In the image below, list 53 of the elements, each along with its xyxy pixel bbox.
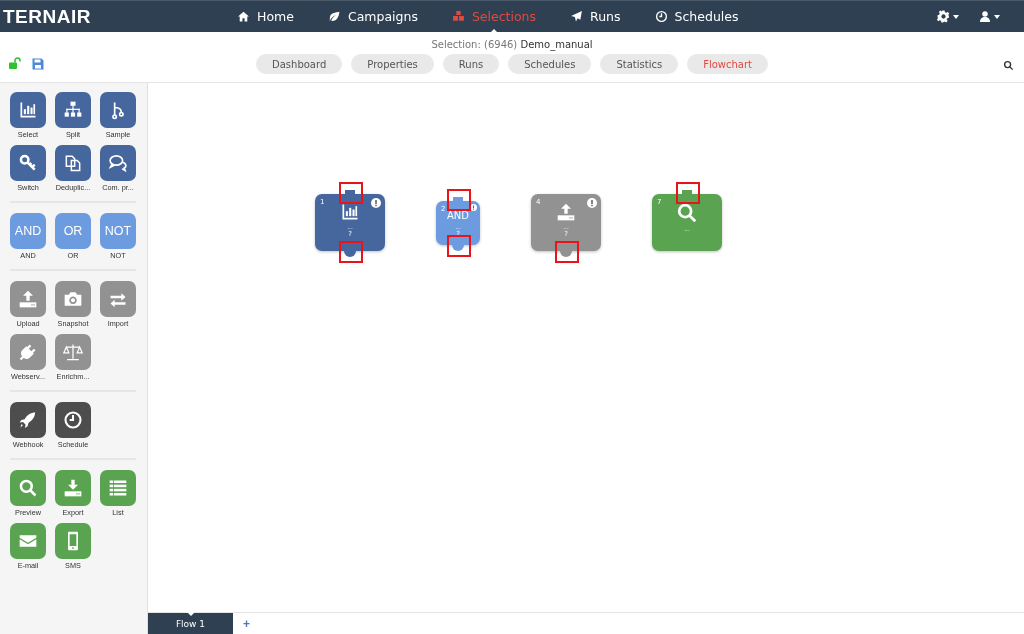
search-icon <box>1003 60 1014 71</box>
nav-link[interactable]: Runs <box>556 1 635 32</box>
tab[interactable]: Schedules <box>508 54 592 74</box>
nav-link[interactable]: Schedules <box>640 1 753 32</box>
node-label: AND <box>447 210 469 222</box>
key-icon <box>18 153 38 173</box>
save-icon <box>32 57 44 70</box>
plane-icon <box>570 10 584 23</box>
input-port[interactable] <box>453 197 463 205</box>
tab[interactable]: Dashboard <box>256 54 343 74</box>
nav-link[interactable]: Home <box>223 1 308 32</box>
list-icon <box>108 478 128 498</box>
tab[interactable]: Statistics <box>600 54 679 74</box>
upload-icon <box>18 289 38 309</box>
scale-icon <box>63 342 83 362</box>
input-port[interactable] <box>345 190 355 198</box>
tab[interactable]: Runs <box>442 54 500 74</box>
search-icon <box>18 478 38 498</box>
plug-icon <box>18 342 38 362</box>
hierarchy-icon <box>63 100 83 120</box>
selection-title: Selection: (6946) Demo_manual <box>431 39 593 50</box>
flow-tab[interactable]: Flow 1 <box>148 613 233 634</box>
output-port[interactable] <box>560 251 572 257</box>
clock-icon <box>654 10 668 23</box>
tile-text: NOT <box>104 224 132 238</box>
clock-icon <box>63 410 83 430</box>
settings-menu[interactable] <box>935 8 961 25</box>
output-port[interactable] <box>344 251 356 257</box>
tile-text: OR <box>63 224 83 238</box>
bar-chart-icon <box>340 202 360 222</box>
copy-icon <box>63 153 83 173</box>
download-icon <box>63 478 83 498</box>
tile-text: AND <box>14 224 42 238</box>
user-menu[interactable] <box>977 8 1002 25</box>
home-icon <box>237 10 250 23</box>
output-port[interactable] <box>452 245 464 251</box>
user-icon <box>979 10 991 23</box>
unlocked-icon <box>8 57 22 70</box>
nav-link[interactable]: Campaigns <box>313 1 432 32</box>
search-icon <box>676 202 698 224</box>
logo: TERNAIR <box>3 5 92 28</box>
rocket-icon <box>18 410 38 430</box>
upload-icon <box>556 202 576 222</box>
tab[interactable]: Properties <box>351 54 434 74</box>
add-flow-button[interactable]: + <box>233 613 260 634</box>
input-port[interactable] <box>682 190 692 198</box>
leaf-icon <box>327 10 341 23</box>
cubes-icon <box>451 10 465 23</box>
save-button[interactable] <box>32 57 44 73</box>
camera-icon <box>63 289 83 309</box>
settings-icon <box>937 10 950 23</box>
bar-chart-icon <box>18 100 38 120</box>
chat-icon <box>108 153 128 173</box>
